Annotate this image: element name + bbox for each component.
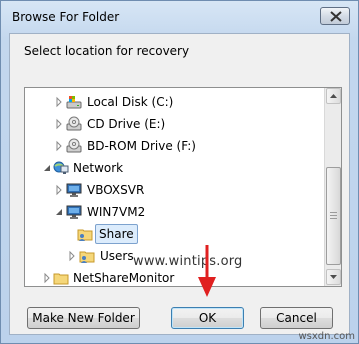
tree-item-label: NetShareMonitor bbox=[73, 271, 175, 285]
scroll-thumb[interactable] bbox=[326, 167, 341, 265]
bd-rom-drive-icon bbox=[66, 138, 82, 154]
tree-item-label: WIN7VM2 bbox=[87, 205, 146, 219]
tree-item-share[interactable]: Share bbox=[25, 223, 325, 245]
scroll-down-button[interactable] bbox=[326, 269, 341, 285]
expand-arrow-icon[interactable] bbox=[54, 179, 64, 201]
cancel-button[interactable]: Cancel bbox=[260, 307, 333, 329]
expand-arrow-icon[interactable] bbox=[67, 245, 77, 267]
shared-folder-icon bbox=[77, 226, 93, 242]
dialog-body: Select location for recovery Local Disk … bbox=[9, 33, 350, 335]
tree-item-label: Local Disk (C:) bbox=[87, 95, 174, 109]
tree-item-label: BD-ROM Drive (F:) bbox=[87, 139, 196, 153]
close-button[interactable] bbox=[320, 7, 350, 25]
network-icon bbox=[53, 160, 69, 176]
tree-item-vboxsvr[interactable]: VBOXSVR bbox=[25, 179, 325, 201]
browse-for-folder-dialog: Browse For Folder Select location for re… bbox=[0, 0, 359, 344]
tree-item-win7vm2[interactable]: WIN7VM2 bbox=[25, 201, 325, 223]
red-arrow-icon bbox=[198, 245, 216, 297]
scroll-up-arrow-icon bbox=[330, 94, 337, 98]
instruction-text: Select location for recovery bbox=[24, 44, 190, 58]
scroll-up-button[interactable] bbox=[326, 88, 341, 104]
expand-arrow-icon[interactable] bbox=[54, 91, 64, 113]
tree-item-label: Share bbox=[95, 224, 138, 244]
computer-icon bbox=[66, 182, 82, 198]
vertical-scrollbar[interactable] bbox=[324, 88, 341, 286]
watermark-text: www.wintips.org bbox=[133, 254, 243, 269]
ok-button[interactable]: OK bbox=[171, 307, 244, 329]
tree-item-netsharemonitor[interactable]: NetShareMonitor bbox=[25, 267, 325, 286]
tree-item-label: CD Drive (E:) bbox=[87, 117, 166, 131]
window-title: Browse For Folder bbox=[12, 10, 120, 24]
shared-folder-icon bbox=[79, 248, 95, 264]
expand-arrow-icon[interactable] bbox=[42, 267, 52, 286]
collapse-arrow-icon[interactable] bbox=[42, 157, 52, 179]
folder-icon bbox=[53, 270, 69, 286]
title-bar[interactable]: Browse For Folder bbox=[1, 1, 358, 33]
tree-item-label: VBOXSVR bbox=[87, 183, 145, 197]
close-icon bbox=[330, 11, 342, 22]
cd-drive-icon bbox=[66, 116, 82, 132]
expand-arrow-icon[interactable] bbox=[54, 135, 64, 157]
tree-item-label: Network bbox=[73, 161, 124, 175]
tree-item-local-disk[interactable]: Local Disk (C:) bbox=[25, 91, 325, 113]
collapse-arrow-icon[interactable] bbox=[54, 201, 64, 223]
site-watermark: wsxdn.com bbox=[298, 331, 355, 342]
tree-item-network[interactable]: Network bbox=[25, 157, 325, 179]
scroll-down-arrow-icon bbox=[330, 275, 337, 279]
computer-icon bbox=[66, 204, 82, 220]
expand-arrow-icon[interactable] bbox=[54, 113, 64, 135]
local-disk-icon bbox=[66, 94, 82, 110]
tree-item-bd-rom-drive[interactable]: BD-ROM Drive (F:) bbox=[25, 135, 325, 157]
make-new-folder-button[interactable]: Make New Folder bbox=[27, 307, 140, 329]
tree-item-label: Users bbox=[100, 249, 134, 263]
tree-item-cd-drive[interactable]: CD Drive (E:) bbox=[25, 113, 325, 135]
folder-tree[interactable]: Local Disk (C:) CD Drive (E:) BD-ROM Dri… bbox=[24, 87, 342, 287]
